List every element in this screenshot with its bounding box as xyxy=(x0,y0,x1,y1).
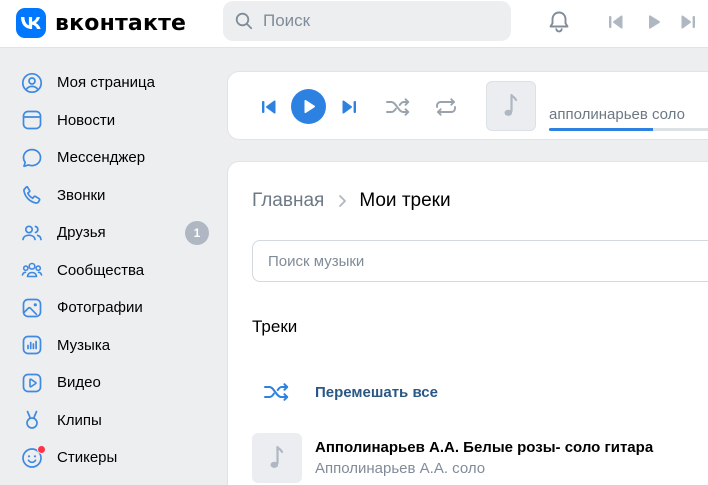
music-main-panel: Главная Мои треки Треки Перемешать все А… xyxy=(227,161,708,485)
new-stickers-dot xyxy=(37,444,46,454)
music-icon xyxy=(20,333,44,357)
friends-icon xyxy=(20,221,44,245)
track-artist[interactable]: Апполинарьев А.А. соло xyxy=(315,460,653,477)
sidebar-item-friends[interactable]: Друзья 1 xyxy=(0,214,220,252)
sidebar-item-label: Сообщества xyxy=(57,261,145,279)
left-sidebar: Моя страница Новости Мессенджер Звонки Д… xyxy=(0,64,220,477)
music-search-field[interactable] xyxy=(252,240,708,282)
stickers-icon xyxy=(20,444,46,470)
next-track-icon xyxy=(342,100,356,114)
shuffle-icon xyxy=(252,375,302,409)
repeat-icon xyxy=(436,98,456,116)
clips-icon xyxy=(20,408,44,432)
track-title: Апполинарьев А.А. Белые розы- соло гитар… xyxy=(315,439,654,456)
shuffle-icon xyxy=(386,98,410,116)
shuffle-all-button[interactable]: Перемешать все xyxy=(252,375,438,409)
sidebar-item-label: Новости xyxy=(57,111,116,129)
play-icon xyxy=(304,99,315,114)
sidebar-item-label: Видео xyxy=(57,374,101,392)
music-note-icon xyxy=(504,93,518,116)
vk-logo-icon xyxy=(16,8,46,38)
sidebar-item-label: Стикеры xyxy=(57,449,118,467)
sidebar-item-label: Мессенджер xyxy=(57,149,146,167)
chevron-right-icon xyxy=(338,194,347,208)
sidebar-item-clips[interactable]: Клипы xyxy=(0,402,220,440)
top-header: вконтакте xyxy=(0,0,708,48)
play-button[interactable] xyxy=(291,89,326,124)
previous-track-icon xyxy=(262,100,276,114)
shuffle-all-label: Перемешать все xyxy=(315,383,438,401)
audio-player: апполинарьев соло xyxy=(227,71,708,140)
breadcrumb-home-link[interactable]: Главная xyxy=(252,190,324,212)
current-track-title: апполинарьев соло xyxy=(549,106,685,123)
phone-icon xyxy=(20,183,44,207)
video-icon xyxy=(20,371,44,395)
sidebar-item-calls[interactable]: Звонки xyxy=(0,177,220,215)
sidebar-item-music[interactable]: Музыка xyxy=(0,327,220,365)
sidebar-item-my-page[interactable]: Моя страница xyxy=(0,64,220,102)
header-play-icon[interactable] xyxy=(640,8,668,36)
playback-progress-fill xyxy=(549,128,653,131)
breadcrumb-current: Мои треки xyxy=(359,190,451,211)
next-track-button[interactable] xyxy=(338,96,360,118)
track-cover[interactable] xyxy=(252,433,302,483)
search-icon xyxy=(235,12,253,30)
sidebar-item-label: Звонки xyxy=(57,186,106,204)
sidebar-item-video[interactable]: Видео xyxy=(0,364,220,402)
sidebar-item-label: Фотографии xyxy=(57,299,143,317)
sidebar-item-stickers[interactable]: Стикеры xyxy=(0,439,220,477)
newsfeed-icon xyxy=(20,108,44,132)
sidebar-item-label: Музыка xyxy=(57,336,111,354)
sidebar-item-photos[interactable]: Фотографии xyxy=(0,289,220,327)
sidebar-item-label: Моя страница xyxy=(57,74,155,92)
music-note-icon xyxy=(270,445,284,468)
user-circle-icon xyxy=(20,71,44,95)
vk-logo[interactable]: вконтакте xyxy=(16,8,186,38)
sidebar-item-communities[interactable]: Сообщества xyxy=(0,252,220,290)
current-track-cover[interactable] xyxy=(486,81,536,131)
friends-count-badge: 1 xyxy=(185,221,209,245)
repeat-button[interactable] xyxy=(431,94,461,120)
communities-icon xyxy=(20,258,44,282)
header-previous-track-icon[interactable] xyxy=(602,8,630,36)
photo-icon xyxy=(20,296,44,320)
notifications-bell-icon[interactable] xyxy=(545,8,573,36)
sidebar-item-label: Клипы xyxy=(57,411,102,429)
track-info: Апполинарьев А.А. Белые розы- соло гитар… xyxy=(315,439,653,477)
shuffle-button[interactable] xyxy=(383,94,413,120)
sidebar-item-messenger[interactable]: Мессенджер xyxy=(0,139,220,177)
search-input[interactable] xyxy=(263,11,493,31)
previous-track-button[interactable] xyxy=(258,96,280,118)
message-icon xyxy=(20,146,44,170)
breadcrumb: Главная Мои треки xyxy=(252,190,451,212)
track-row[interactable]: Апполинарьев А.А. Белые розы- соло гитар… xyxy=(252,433,708,483)
music-search-input[interactable] xyxy=(268,252,668,270)
header-search[interactable] xyxy=(223,1,511,41)
tracks-section-title: Треки xyxy=(252,317,298,336)
sidebar-item-news[interactable]: Новости xyxy=(0,102,220,140)
brand-name: вконтакте xyxy=(55,10,187,36)
playback-progress-bar[interactable] xyxy=(549,128,708,131)
header-next-track-icon[interactable] xyxy=(674,8,702,36)
sidebar-item-label: Друзья xyxy=(57,224,106,242)
